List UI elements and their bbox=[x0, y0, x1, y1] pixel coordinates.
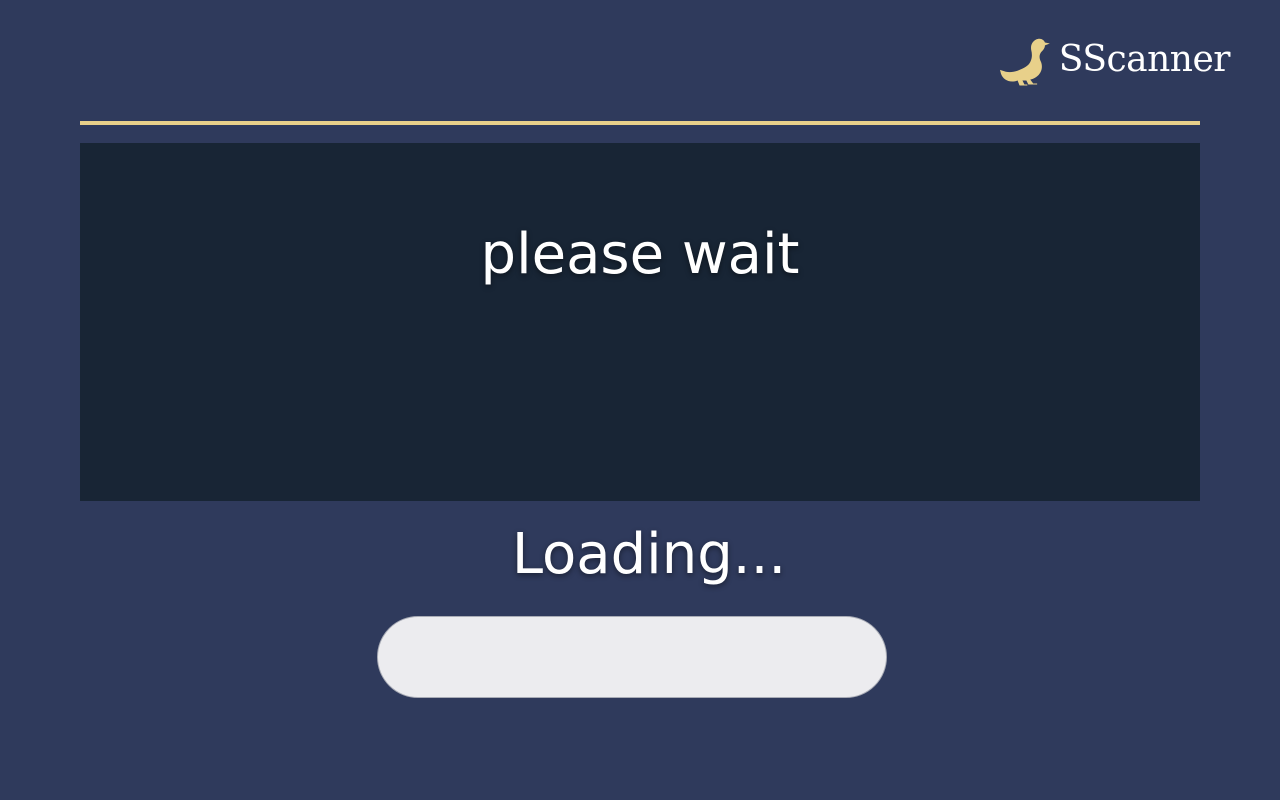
duck-icon bbox=[1000, 38, 1050, 86]
progress-bar bbox=[377, 616, 887, 698]
brand-logo: SScanner bbox=[1000, 32, 1231, 92]
loading-label: Loading... bbox=[511, 522, 787, 587]
header-divider bbox=[80, 121, 1200, 125]
brand-name: SScanner bbox=[1058, 39, 1231, 80]
wait-message: please wait bbox=[480, 222, 800, 287]
message-panel: please wait bbox=[80, 143, 1200, 501]
